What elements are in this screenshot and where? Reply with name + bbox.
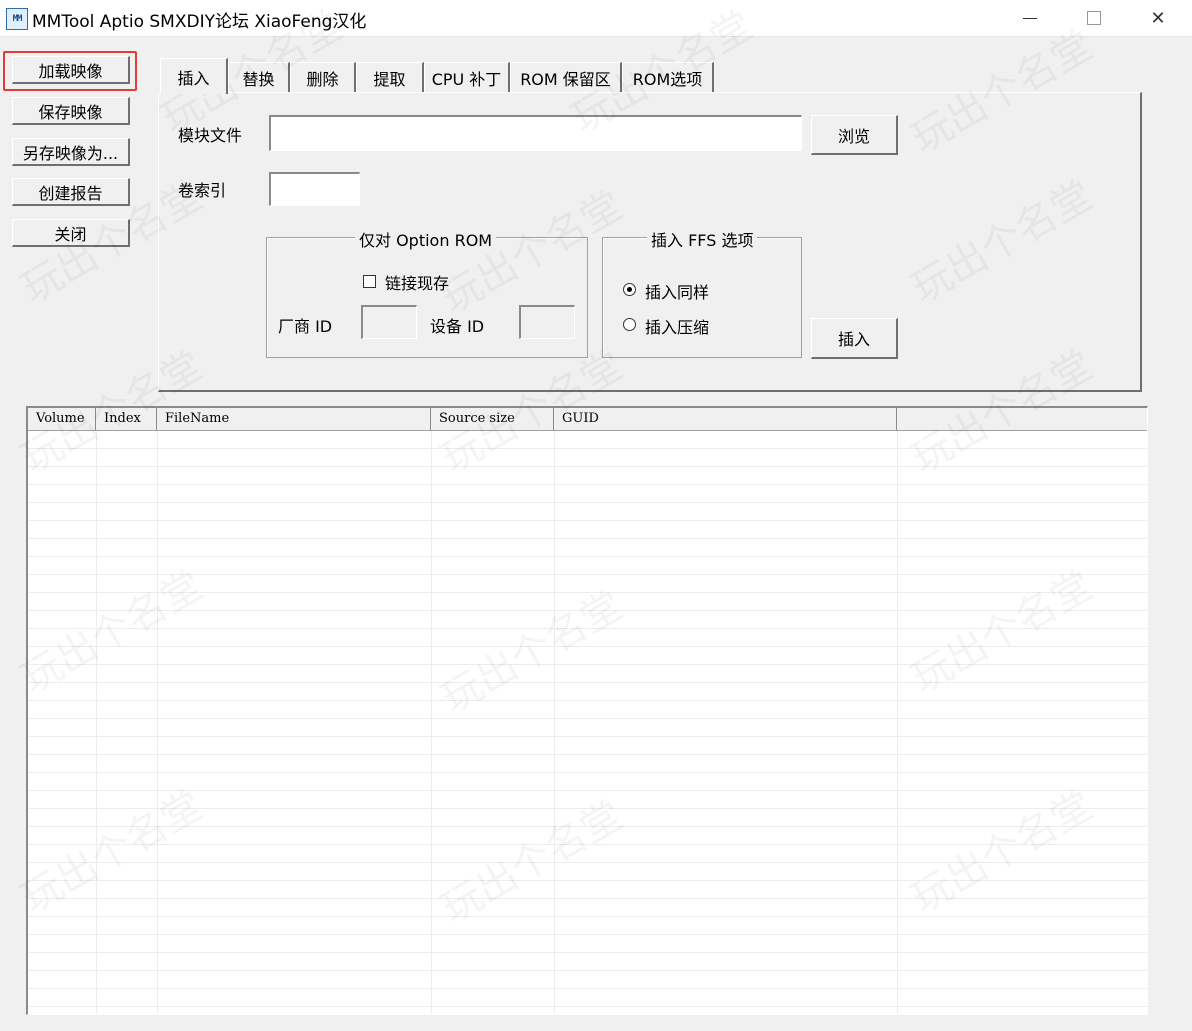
tab-option-rom[interactable]: ROM选项 (622, 62, 714, 92)
tab-delete[interactable]: 删除 (290, 62, 356, 92)
device-id-label: 设备 ID (430, 317, 485, 336)
insert-compressed-label: 插入压缩 (645, 318, 710, 337)
create-report-button[interactable]: 创建报告 (12, 178, 130, 206)
column-divider (554, 431, 555, 1014)
column-volume[interactable]: Volume (28, 408, 96, 430)
insert-compressed-radio[interactable] (623, 318, 636, 331)
link-existing-label: 链接现存 (385, 274, 450, 293)
minimize-button[interactable] (998, 0, 1062, 36)
insert-same-label: 插入同样 (645, 283, 710, 302)
column-guid[interactable]: GUID (554, 408, 897, 430)
file-list[interactable]: Volume Index FileName Source size GUID (26, 406, 1148, 1015)
module-file-input[interactable] (269, 115, 802, 151)
close-icon: ✕ (1150, 7, 1166, 29)
insert-panel: 模块文件 浏览 卷索引 仅对 Option ROM 链接现存 厂商 ID 设备 … (158, 92, 1142, 392)
volume-index-input[interactable] (269, 172, 360, 206)
volume-index-label: 卷索引 (178, 181, 227, 200)
ffs-options-group: 插入 FFS 选项 插入同样 插入压缩 (602, 227, 802, 358)
link-existing-checkbox[interactable] (363, 275, 376, 288)
option-rom-group: 仅对 Option ROM 链接现存 厂商 ID 设备 ID (266, 227, 588, 358)
minimize-icon (1023, 17, 1037, 19)
column-index[interactable]: Index (96, 408, 157, 430)
column-filename[interactable]: FileName (157, 408, 431, 430)
insert-button[interactable]: 插入 (811, 318, 898, 359)
maximize-icon (1087, 11, 1101, 25)
tab-insert[interactable]: 插入 (160, 58, 228, 94)
vendor-id-label: 厂商 ID (278, 317, 333, 336)
column-filler (897, 408, 1147, 430)
close-window-button[interactable]: ✕ (1126, 0, 1190, 36)
title-bar: MM MMTool Aptio SMXDIY论坛 XiaoFeng汉化 ✕ (0, 0, 1192, 37)
browse-button[interactable]: 浏览 (811, 115, 898, 155)
tab-extract[interactable]: 提取 (356, 62, 424, 92)
load-image-button[interactable]: 加载映像 (12, 56, 130, 84)
window-title: MMTool Aptio SMXDIY论坛 XiaoFeng汉化 (32, 12, 367, 32)
tab-replace[interactable]: 替换 (228, 62, 290, 92)
maximize-button[interactable] (1062, 0, 1126, 36)
list-header: Volume Index FileName Source size GUID (28, 408, 1147, 431)
column-divider (96, 431, 97, 1014)
insert-same-radio[interactable] (623, 283, 636, 296)
column-source-size[interactable]: Source size (431, 408, 554, 430)
option-rom-group-title: 仅对 Option ROM (355, 227, 497, 251)
ffs-options-group-title: 插入 FFS 选项 (647, 227, 758, 251)
save-image-as-button[interactable]: 另存映像为... (12, 138, 130, 166)
tab-cpu-patch[interactable]: CPU 补丁 (424, 62, 510, 92)
module-file-label: 模块文件 (178, 126, 243, 145)
save-image-button[interactable]: 保存映像 (12, 97, 130, 125)
vendor-id-input[interactable] (361, 305, 417, 339)
tab-rom-hole[interactable]: ROM 保留区 (510, 62, 622, 92)
radio-selected-dot (627, 287, 632, 292)
column-divider (431, 431, 432, 1014)
column-divider (157, 431, 158, 1014)
device-id-input[interactable] (519, 305, 575, 339)
app-icon: MM (6, 8, 28, 30)
list-body (28, 431, 1147, 1014)
column-divider (897, 431, 898, 1014)
close-button[interactable]: 关闭 (12, 219, 130, 247)
